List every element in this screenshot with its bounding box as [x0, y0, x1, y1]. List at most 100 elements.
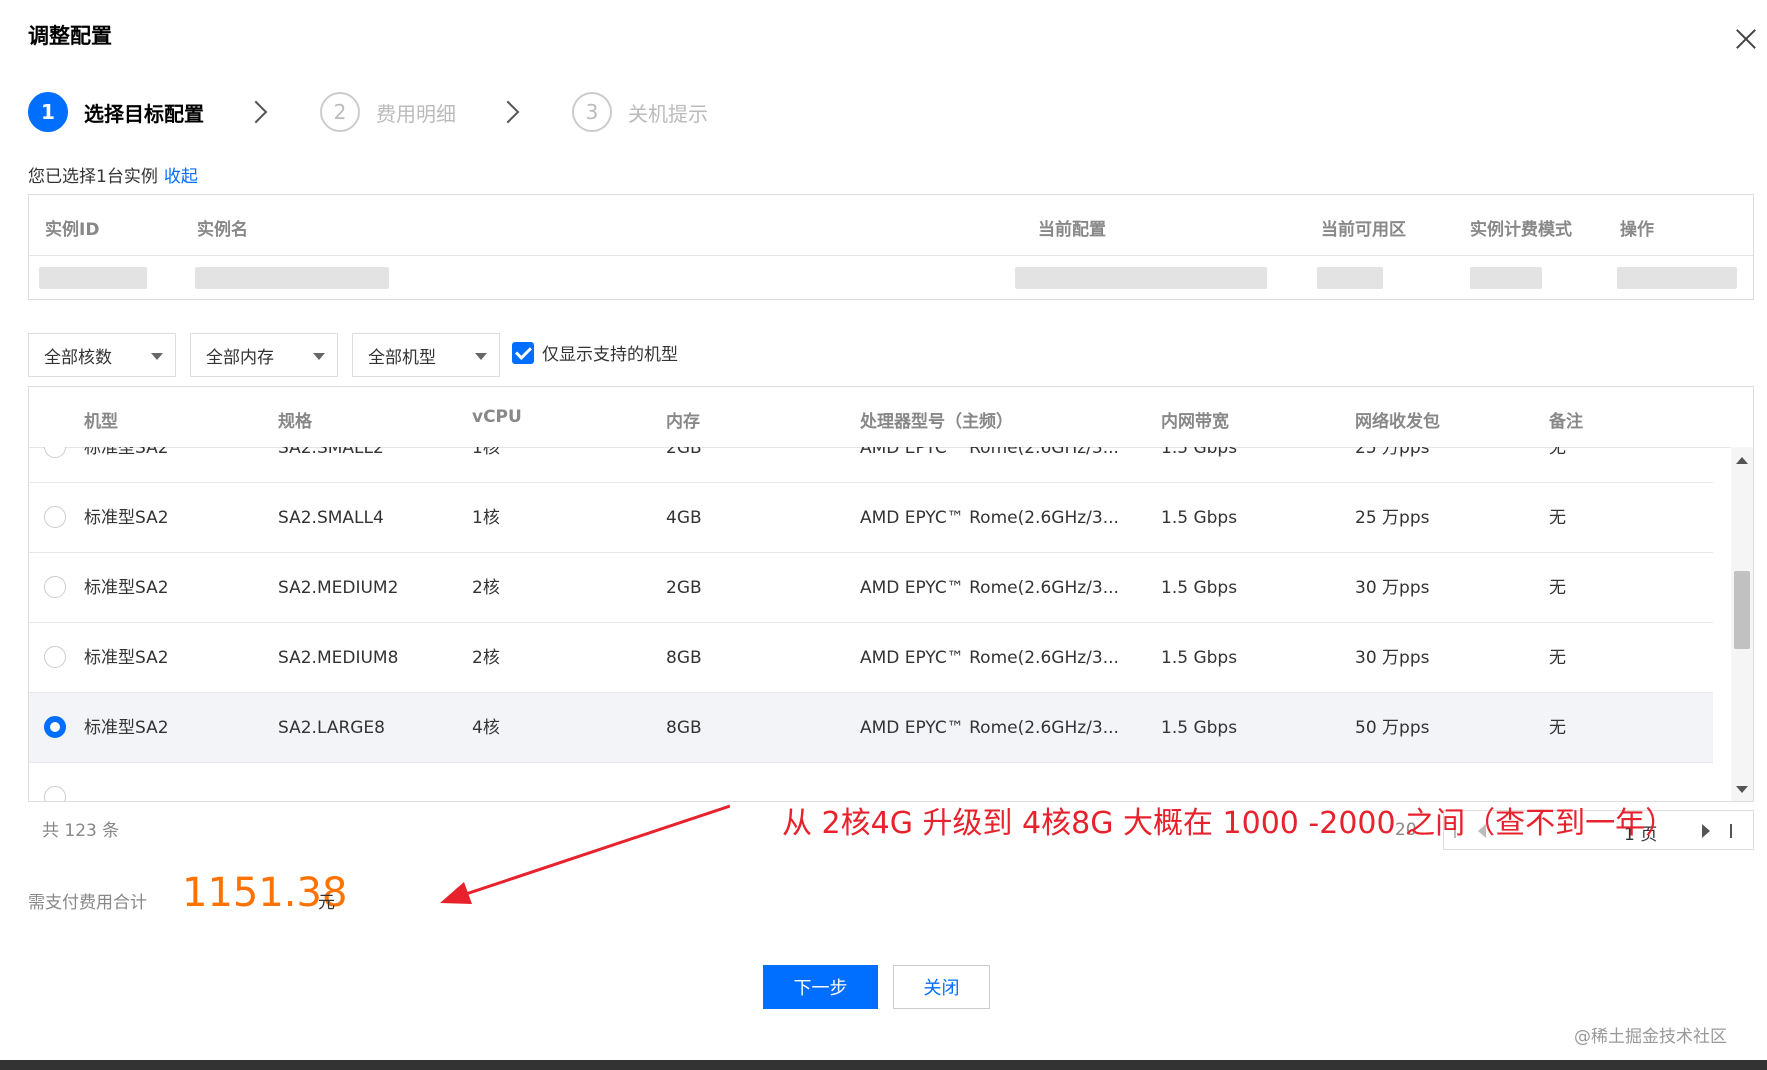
chevron-right-icon — [496, 100, 520, 124]
selection-info: 您已选择1台实例 收起 — [28, 162, 198, 187]
cell-processor: AMD EPYC™ Rome(2.6GHz/3... — [860, 578, 1119, 598]
scroll-up-icon[interactable] — [1736, 457, 1748, 464]
step-3-label: 关机提示 — [628, 101, 708, 126]
table-row[interactable]: 标准型SA2 SA2.SMALL2 1核 2GB AMD EPYC™ Rome(2.6G… — [29, 447, 1713, 483]
supported-only-checkbox[interactable] — [512, 341, 534, 364]
cell-type: 标准型SA2 — [84, 578, 169, 598]
cell-bandwidth: 1.5 Gbps — [1161, 578, 1238, 598]
cell-vcpu: 2核 — [472, 648, 500, 668]
cell-bandwidth: 1.5 Gbps — [1161, 648, 1238, 668]
chevron-right-icon — [244, 100, 268, 124]
next-page-icon[interactable] — [1702, 824, 1710, 838]
total-count: 共 123 条 — [42, 821, 120, 841]
row-radio[interactable] — [44, 786, 66, 801]
cores-dropdown[interactable]: 全部核数 — [28, 333, 176, 377]
col-memory: 内存 — [666, 412, 700, 432]
col-processor: 处理器型号（主频） — [860, 412, 1013, 432]
watermark: @稀土掘金技术社区 — [1574, 1027, 1727, 1047]
type-table-body: 标准型SA2 SA2.SMALL2 1核 2GB AMD EPYC™ Rome(2.6G… — [29, 447, 1713, 801]
scroll-down-icon[interactable] — [1736, 786, 1748, 793]
col-vcpu: vCPU — [472, 407, 522, 427]
model-dropdown[interactable]: 全部机型 — [352, 333, 500, 377]
cell-type: 标准型SA2 — [84, 648, 169, 668]
step-3-number: 3 — [572, 92, 612, 132]
row-radio[interactable] — [44, 576, 66, 598]
cell-bandwidth: 1.5 Gbps — [1161, 718, 1238, 738]
cell-vcpu: 1核 — [472, 447, 500, 458]
table-row[interactable]: 标准型SA2 SA2.MEDIUM8 2核 8GB AMD EPYC™ Rome(2.6… — [29, 623, 1713, 693]
memory-dropdown[interactable]: 全部内存 — [190, 333, 338, 377]
cell-spec: SA2.MEDIUM2 — [278, 578, 399, 598]
next-step-button[interactable]: 下一步 — [763, 965, 878, 1009]
instance-type-table: 机型 规格 vCPU 内存 处理器型号（主频） 内网带宽 网络收发包 备注 标准… — [28, 386, 1754, 802]
step-1-label: 选择目标配置 — [84, 101, 204, 126]
row-radio[interactable] — [44, 506, 66, 528]
fee-label: 需支付费用合计 — [28, 893, 147, 913]
cell-processor: AMD EPYC™ Rome(2.6GHz/3... — [860, 508, 1119, 528]
cell-spec: SA2.MEDIUM8 — [278, 648, 399, 668]
cell-remark: 无 — [1549, 447, 1566, 458]
cell-remark: 无 — [1549, 718, 1566, 738]
cell-memory: 8GB — [666, 648, 702, 668]
cell-type: 标准型SA2 — [84, 508, 169, 528]
cell-bandwidth: 1.5 Gbps — [1161, 447, 1238, 458]
table-row[interactable] — [29, 763, 1713, 801]
cell-type: 标准型SA2 — [84, 447, 169, 458]
step-2-label: 费用明细 — [376, 101, 456, 126]
cell-spec: SA2.SMALL2 — [278, 447, 384, 458]
cell-remark: 无 — [1549, 578, 1566, 598]
scrollbar-thumb[interactable] — [1734, 571, 1750, 649]
close-button[interactable]: 关闭 — [893, 965, 990, 1009]
row-radio[interactable] — [44, 716, 66, 738]
cell-memory: 4GB — [666, 508, 702, 528]
collapse-link[interactable]: 收起 — [164, 167, 198, 187]
cell-spec: SA2.SMALL4 — [278, 508, 384, 528]
row-radio[interactable] — [44, 646, 66, 668]
table-row[interactable]: 标准型SA2 SA2.MEDIUM2 2核 2GB AMD EPYC™ Rome(2.6… — [29, 553, 1713, 623]
instance-table-header: 实例ID 实例名 当前配置 当前可用区 实例计费模式 操作 — [29, 195, 1753, 256]
cell-pps: 25 万pps — [1355, 508, 1430, 528]
step-3: 3 关机提示 — [572, 92, 708, 132]
fee-unit: 元 — [318, 893, 335, 913]
cell-remark: 无 — [1549, 648, 1566, 668]
cell-pps: 25 万pps — [1355, 447, 1430, 458]
row-radio[interactable] — [44, 447, 66, 458]
table-scrollbar[interactable] — [1731, 447, 1753, 801]
header-instance-id: 实例ID — [45, 220, 100, 240]
redacted-billing-mode — [1470, 267, 1542, 289]
col-pps: 网络收发包 — [1355, 412, 1440, 432]
cell-memory: 8GB — [666, 718, 702, 738]
supported-only-filter: 仅显示支持的机型 — [512, 340, 678, 365]
step-1: 1 选择目标配置 — [28, 92, 204, 132]
col-bandwidth: 内网带宽 — [1161, 412, 1229, 432]
cell-pps: 30 万pps — [1355, 578, 1430, 598]
annotation-text: 从 2核4G 升级到 4核8G 大概在 1000 -2000 之间（查不到一年） — [782, 806, 1676, 841]
cell-processor: AMD EPYC™ Rome(2.6GHz/3... — [860, 718, 1119, 738]
annotation-arrow-icon — [440, 804, 730, 904]
close-icon[interactable] — [1731, 24, 1761, 54]
cell-processor: AMD EPYC™ Rome(2.6GHz/3... — [860, 447, 1119, 458]
cell-remark: 无 — [1549, 508, 1566, 528]
last-page-icon[interactable] — [1730, 824, 1732, 838]
instance-table: 实例ID 实例名 当前配置 当前可用区 实例计费模式 操作 — [28, 194, 1754, 300]
cell-spec: SA2.LARGE8 — [278, 718, 385, 738]
col-remark: 备注 — [1549, 412, 1583, 432]
step-2-number: 2 — [320, 92, 360, 132]
redacted-operation — [1617, 267, 1737, 289]
type-table-header: 机型 规格 vCPU 内存 处理器型号（主频） 内网带宽 网络收发包 备注 — [29, 387, 1753, 448]
step-1-number: 1 — [28, 92, 68, 132]
cell-pps: 30 万pps — [1355, 648, 1430, 668]
cell-memory: 2GB — [666, 578, 702, 598]
header-operation: 操作 — [1620, 220, 1654, 240]
table-row[interactable]: 标准型SA2 SA2.LARGE8 4核 8GB AMD EPYC™ Rome(2.6G… — [29, 693, 1713, 763]
redacted-current-config — [1015, 267, 1267, 289]
col-spec: 规格 — [278, 412, 312, 432]
dialog-title: 调整配置 — [28, 24, 112, 48]
supported-only-label: 仅显示支持的机型 — [542, 345, 678, 365]
header-instance-name: 实例名 — [197, 220, 248, 240]
header-billing-mode: 实例计费模式 — [1470, 220, 1572, 240]
cell-type: 标准型SA2 — [84, 718, 169, 738]
table-row[interactable]: 标准型SA2 SA2.SMALL4 1核 4GB AMD EPYC™ Rome(2.6G… — [29, 483, 1713, 553]
cell-bandwidth: 1.5 Gbps — [1161, 508, 1238, 528]
col-type: 机型 — [84, 412, 118, 432]
